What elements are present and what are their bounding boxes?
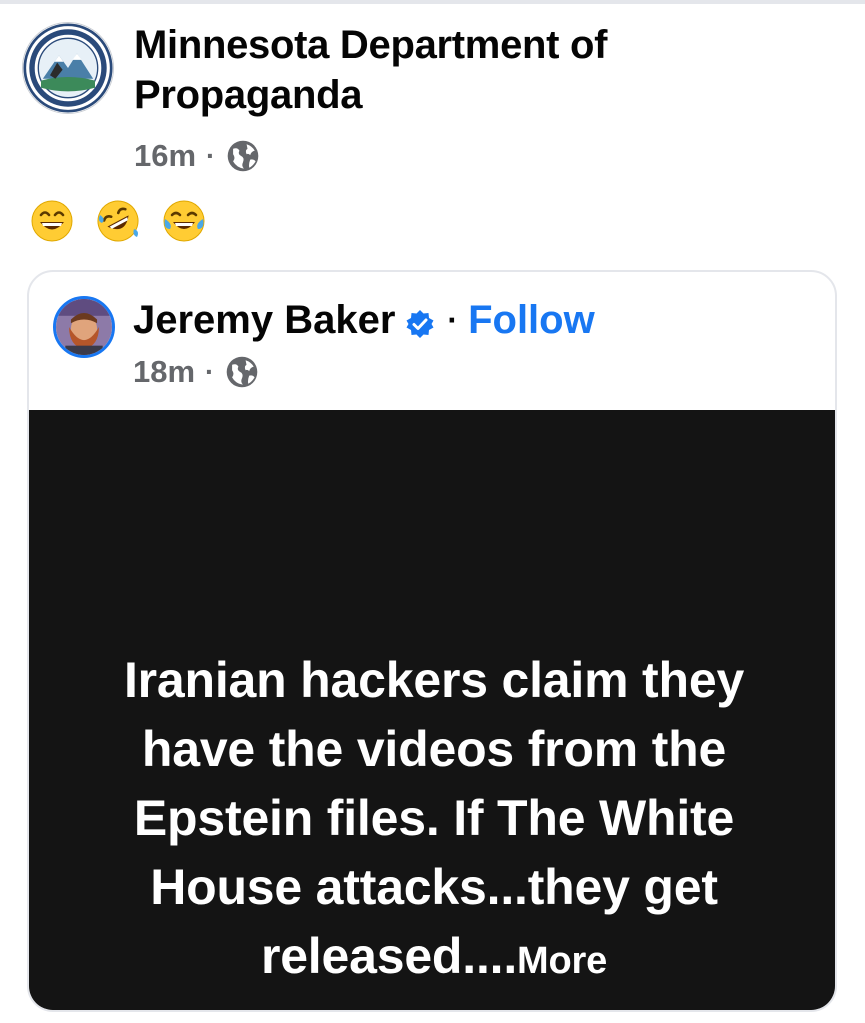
post-caption-emojis <box>30 198 206 244</box>
shared-post-timestamp[interactable]: 18m <box>133 354 195 390</box>
page-name[interactable]: Minnesota Department of Propaganda <box>134 20 834 120</box>
globe-icon[interactable] <box>224 354 260 390</box>
verified-badge-icon <box>405 309 435 339</box>
rofl-icon <box>96 199 140 243</box>
shared-post-header: Jeremy Baker · Follow 18m · <box>29 272 835 410</box>
shared-author-line: Jeremy Baker · Follow <box>133 294 595 346</box>
tears-of-joy-icon <box>162 199 206 243</box>
grinning-face-icon <box>30 199 74 243</box>
top-divider <box>0 0 865 4</box>
post-body-text: Iranian hackers claim they have the vide… <box>69 646 799 996</box>
text-post-background[interactable]: Iranian hackers claim they have the vide… <box>29 410 835 1010</box>
meta-separator: · <box>206 140 216 171</box>
follow-separator: · <box>447 302 459 338</box>
globe-icon[interactable] <box>225 138 261 174</box>
post-text-content: Iranian hackers claim they have the vide… <box>123 652 745 984</box>
shared-post-meta: 18m · <box>133 352 260 392</box>
author-avatar[interactable] <box>53 296 115 358</box>
post-timestamp[interactable]: 16m <box>134 138 196 174</box>
profile-photo-icon <box>56 299 112 355</box>
shared-meta-separator: · <box>205 356 215 387</box>
see-more-link[interactable]: More <box>517 940 607 982</box>
page-avatar[interactable] <box>22 22 114 114</box>
shared-post-card[interactable]: Jeremy Baker · Follow 18m · Iranian hack… <box>27 270 837 1012</box>
follow-button[interactable]: Follow <box>468 294 595 346</box>
state-seal-icon <box>23 23 113 113</box>
post-header: Minnesota Department of Propaganda 16m · <box>22 20 842 180</box>
post-meta: 16m · <box>134 136 261 176</box>
author-name[interactable]: Jeremy Baker <box>133 294 395 346</box>
